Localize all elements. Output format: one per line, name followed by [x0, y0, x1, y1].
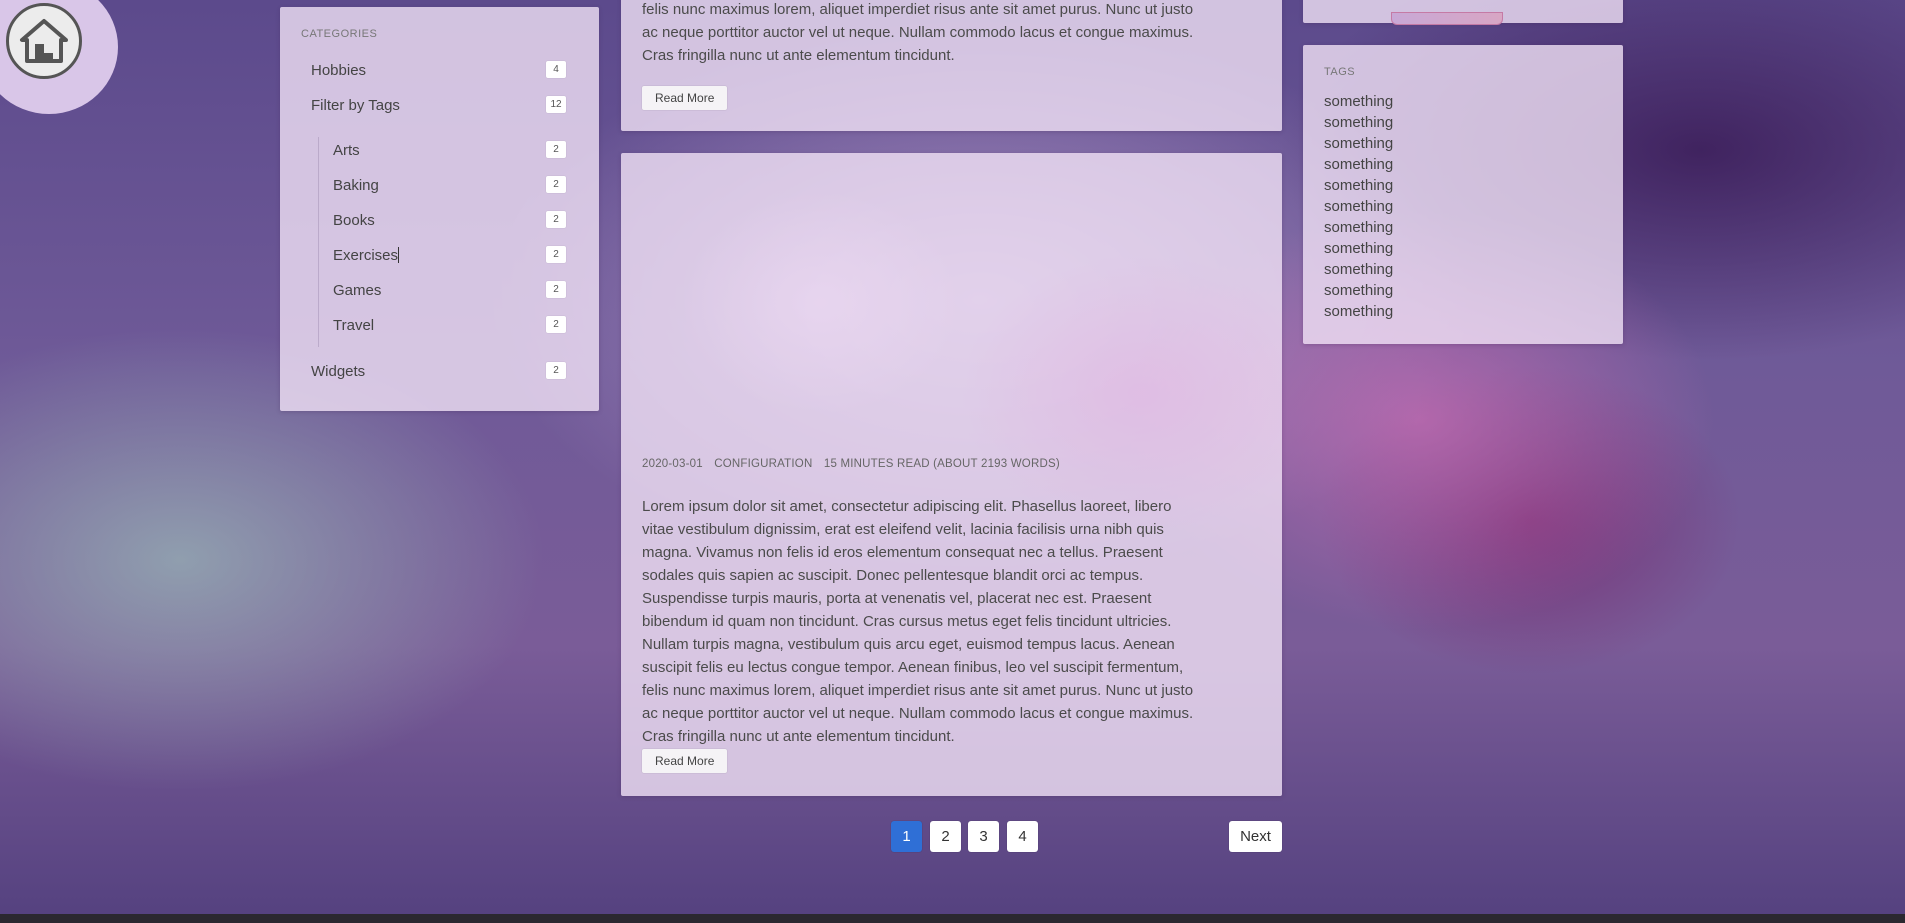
- post-excerpt: Lorem ipsum dolor sit amet, consectetur …: [642, 498, 1194, 745]
- post-date: 2020-03-01: [642, 458, 703, 470]
- tag-item[interactable]: something: [1324, 282, 1393, 299]
- category-count: 2: [546, 211, 566, 228]
- page-button-4[interactable]: 4: [1007, 821, 1038, 852]
- tag-item[interactable]: something: [1324, 114, 1393, 131]
- tags-panel: TAGS something something something somet…: [1303, 45, 1623, 344]
- category-widgets[interactable]: Widgets: [311, 363, 365, 380]
- page-button-2[interactable]: 2: [930, 821, 961, 852]
- tag-item[interactable]: something: [1324, 240, 1393, 257]
- category-count: 2: [546, 176, 566, 193]
- category-count: 4: [546, 61, 566, 78]
- tag-item[interactable]: something: [1324, 177, 1393, 194]
- category-games[interactable]: Games: [333, 282, 381, 299]
- widget-button[interactable]: [1391, 12, 1503, 25]
- next-page-button[interactable]: Next: [1229, 821, 1282, 852]
- page-button-3[interactable]: 3: [968, 821, 999, 852]
- tags-heading: TAGS: [1324, 66, 1356, 78]
- categories-panel: CATEGORIES Hobbies 4 Filter by Tags 12 A…: [280, 7, 599, 411]
- footer-strip: [0, 914, 1905, 923]
- category-travel[interactable]: Travel: [333, 317, 374, 334]
- tag-item[interactable]: something: [1324, 219, 1393, 236]
- page-button-1[interactable]: 1: [891, 821, 922, 852]
- post-category-link[interactable]: CONFIGURATION: [714, 458, 812, 470]
- post-card: 2020-03-01 CONFIGURATION 15 MINUTES READ…: [621, 153, 1282, 796]
- category-count: 2: [546, 141, 566, 158]
- post-read-time: 15 MINUTES READ (ABOUT 2193 WORDS): [823, 458, 1060, 470]
- tag-item[interactable]: something: [1324, 261, 1393, 278]
- tag-item[interactable]: something: [1324, 93, 1393, 110]
- post-excerpt: felis nunc maximus lorem, aliquet imperd…: [642, 1, 1194, 64]
- home-button[interactable]: [6, 3, 82, 79]
- category-count: 2: [546, 316, 566, 333]
- post-card-previous: felis nunc maximus lorem, aliquet imperd…: [621, 0, 1282, 131]
- widget-card-previous: [1303, 0, 1623, 25]
- tag-item[interactable]: something: [1324, 198, 1393, 215]
- home-icon: [20, 19, 68, 63]
- tag-item[interactable]: something: [1324, 156, 1393, 173]
- category-baking[interactable]: Baking: [333, 177, 379, 194]
- read-more-button[interactable]: Read More: [642, 749, 728, 773]
- read-more-button[interactable]: Read More: [642, 86, 728, 110]
- category-books[interactable]: Books: [333, 212, 375, 229]
- tag-item[interactable]: something: [1324, 135, 1393, 152]
- category-count: 2: [546, 362, 566, 379]
- category-count: 2: [546, 246, 566, 263]
- category-exercises-label: Exercises: [333, 247, 399, 264]
- category-count: 12: [546, 96, 566, 113]
- category-count: 2: [546, 281, 566, 298]
- tag-item[interactable]: something: [1324, 303, 1393, 320]
- category-exercises[interactable]: Exercises: [333, 247, 400, 264]
- subcategory-rail: [318, 137, 319, 347]
- category-hobbies[interactable]: Hobbies: [311, 62, 366, 79]
- categories-heading: CATEGORIES: [301, 28, 378, 40]
- post-meta: 2020-03-01 CONFIGURATION 15 MINUTES READ…: [642, 458, 1060, 470]
- category-filter-by-tags[interactable]: Filter by Tags: [311, 97, 400, 114]
- category-arts[interactable]: Arts: [333, 142, 360, 159]
- text-cursor: [398, 247, 400, 263]
